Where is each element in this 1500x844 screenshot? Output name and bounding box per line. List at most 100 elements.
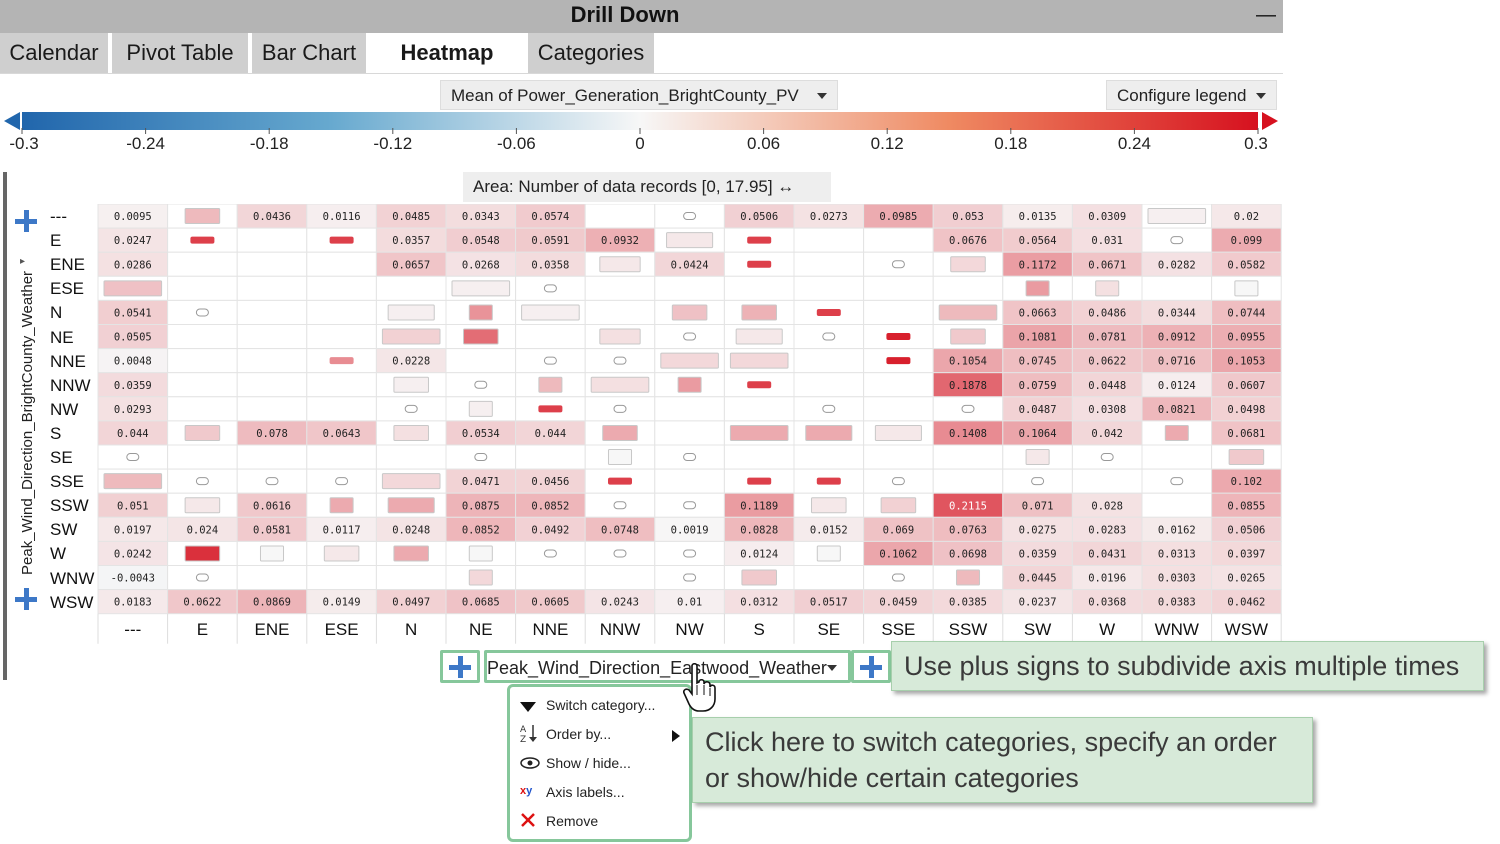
add-x-axis-left-plus-icon[interactable]	[446, 653, 474, 681]
heatmap-mark-box[interactable]	[521, 304, 580, 321]
y-axis-category-label[interactable]: SSE	[50, 472, 84, 492]
heatmap-mark-bar[interactable]	[886, 357, 911, 365]
tab-heatmap[interactable]: Heatmap	[370, 33, 524, 73]
menu-item-switch-category[interactable]: Switch category...	[546, 697, 655, 713]
heatmap-cell[interactable]	[306, 275, 377, 301]
heatmap-cell[interactable]	[863, 275, 934, 301]
heatmap-cell[interactable]	[167, 275, 238, 301]
heatmap-mark-pill[interactable]	[891, 260, 905, 269]
x-axis-category-label[interactable]: SSW	[949, 620, 988, 640]
heatmap-mark-box[interactable]	[938, 304, 998, 321]
x-axis-category-label[interactable]: SE	[817, 620, 840, 640]
heatmap-cell[interactable]	[584, 275, 656, 301]
y-axis-category-label[interactable]: N	[50, 303, 62, 323]
heatmap-mark-box[interactable]	[468, 569, 493, 586]
y-axis-category-label[interactable]: NNW	[50, 376, 91, 396]
heatmap-mark-pill[interactable]	[822, 332, 836, 341]
heatmap-cell[interactable]	[863, 444, 934, 470]
heatmap-mark-pill[interactable]	[1170, 236, 1184, 245]
heatmap-mark-box[interactable]	[381, 473, 441, 490]
heatmap-cell[interactable]	[863, 227, 934, 253]
heatmap-cell[interactable]	[793, 565, 865, 591]
x-axis-category-label[interactable]: ---	[124, 620, 141, 640]
heatmap-mark-box[interactable]	[468, 545, 493, 562]
heatmap-mark-pill[interactable]	[1100, 453, 1114, 462]
heatmap-cell[interactable]	[236, 275, 308, 301]
heatmap-cell[interactable]	[863, 372, 934, 398]
heatmap-mark-box[interactable]	[660, 352, 719, 369]
heatmap-cell[interactable]	[236, 324, 308, 350]
area-indicator[interactable]: Area: Number of data records [0, 17.95] …	[463, 172, 831, 202]
heatmap-mark-pill[interactable]	[683, 573, 697, 582]
heatmap-cell[interactable]	[932, 275, 1004, 301]
heatmap-cell[interactable]	[236, 444, 308, 470]
heatmap-cell[interactable]	[863, 299, 934, 326]
heatmap-cell[interactable]	[1141, 492, 1213, 518]
heatmap-cell[interactable]	[1071, 468, 1143, 494]
heatmap-mark-box[interactable]	[599, 328, 641, 345]
heatmap-cell[interactable]	[236, 396, 308, 422]
heatmap-mark-pill[interactable]	[543, 356, 557, 365]
heatmap-mark-bar[interactable]	[329, 357, 354, 365]
menu-item-remove[interactable]: Remove	[546, 813, 598, 829]
heatmap-mark-box[interactable]	[259, 545, 285, 562]
y-axis-category-label[interactable]: ENE	[50, 255, 85, 275]
x-axis-category-label[interactable]: NW	[675, 620, 703, 640]
heatmap-mark-box[interactable]	[329, 497, 354, 514]
heatmap-mark-pill[interactable]	[961, 404, 975, 413]
x-axis-category-label[interactable]: SW	[1024, 620, 1051, 640]
heatmap-mark-box[interactable]	[950, 328, 986, 345]
heatmap-mark-box[interactable]	[463, 328, 499, 345]
heatmap-cell[interactable]	[306, 324, 377, 350]
heatmap-mark-box[interactable]	[468, 304, 493, 321]
heatmap-cell[interactable]	[236, 251, 308, 277]
heatmap-cell[interactable]	[167, 324, 238, 350]
heatmap-mark-bar[interactable]	[329, 236, 354, 244]
heatmap-cell[interactable]	[793, 275, 865, 301]
add-x-axis-right-plus-icon[interactable]	[857, 653, 885, 681]
heatmap-cell[interactable]	[793, 227, 865, 253]
y-axis-category-label[interactable]: SSW	[50, 496, 89, 516]
heatmap-cell[interactable]	[1141, 275, 1213, 301]
heatmap-mark-box[interactable]	[1095, 280, 1120, 297]
heatmap-cell[interactable]	[306, 251, 377, 277]
x-axis-category-label[interactable]: WSW	[1225, 620, 1268, 640]
heatmap-mark-box[interactable]	[599, 256, 641, 273]
x-axis-category-dropdown[interactable]: Peak_Wind_Direction_Eastwood_Weather	[487, 654, 847, 682]
heatmap-cell[interactable]	[584, 204, 656, 229]
heatmap-mark-box[interactable]	[387, 304, 435, 321]
heatmap-mark-box[interactable]	[811, 497, 847, 514]
heatmap-mark-bar[interactable]	[190, 236, 215, 244]
tab-bar-chart[interactable]: Bar Chart	[252, 33, 366, 73]
heatmap-mark-box[interactable]	[816, 545, 841, 562]
x-axis-category-label[interactable]: S	[754, 620, 765, 640]
heatmap-cell[interactable]	[167, 372, 238, 398]
heatmap-mark-bar[interactable]	[747, 260, 772, 268]
tab-categories[interactable]: Categories	[528, 33, 654, 73]
heatmap-mark-box[interactable]	[729, 424, 789, 441]
heatmap-mark-pill[interactable]	[195, 477, 209, 486]
menu-item-order-by[interactable]: Order by...	[546, 726, 611, 742]
heatmap-cell[interactable]	[375, 565, 447, 591]
heatmap-mark-pill[interactable]	[613, 356, 627, 365]
y-axis-category-label[interactable]: WSW	[50, 593, 93, 613]
heatmap-mark-pill[interactable]	[335, 477, 349, 486]
heatmap-mark-box[interactable]	[1164, 424, 1189, 441]
heatmap-cell[interactable]	[654, 275, 725, 301]
y-axis-category-label[interactable]: NE	[50, 328, 74, 348]
y-axis-category-label[interactable]: WNW	[50, 569, 94, 589]
x-axis-category-label[interactable]: E	[197, 620, 208, 640]
heatmap-cell[interactable]	[723, 275, 795, 301]
heatmap-mark-pill[interactable]	[543, 284, 557, 293]
heatmap-cell[interactable]	[306, 444, 377, 470]
heatmap-mark-box[interactable]	[607, 449, 633, 466]
heatmap-cell[interactable]	[306, 372, 377, 398]
y-axis-category-label[interactable]: NW	[50, 400, 78, 420]
measure-dropdown[interactable]: Mean of Power_Generation_BrightCounty_PV	[440, 80, 838, 110]
heatmap-mark-box[interactable]	[451, 280, 511, 297]
heatmap-cell[interactable]	[654, 396, 725, 422]
heatmap-mark-box[interactable]	[741, 304, 777, 321]
heatmap-cell[interactable]	[654, 420, 725, 446]
configure-legend-dropdown[interactable]: Configure legend	[1106, 80, 1277, 110]
heatmap-mark-pill[interactable]	[1031, 477, 1045, 486]
